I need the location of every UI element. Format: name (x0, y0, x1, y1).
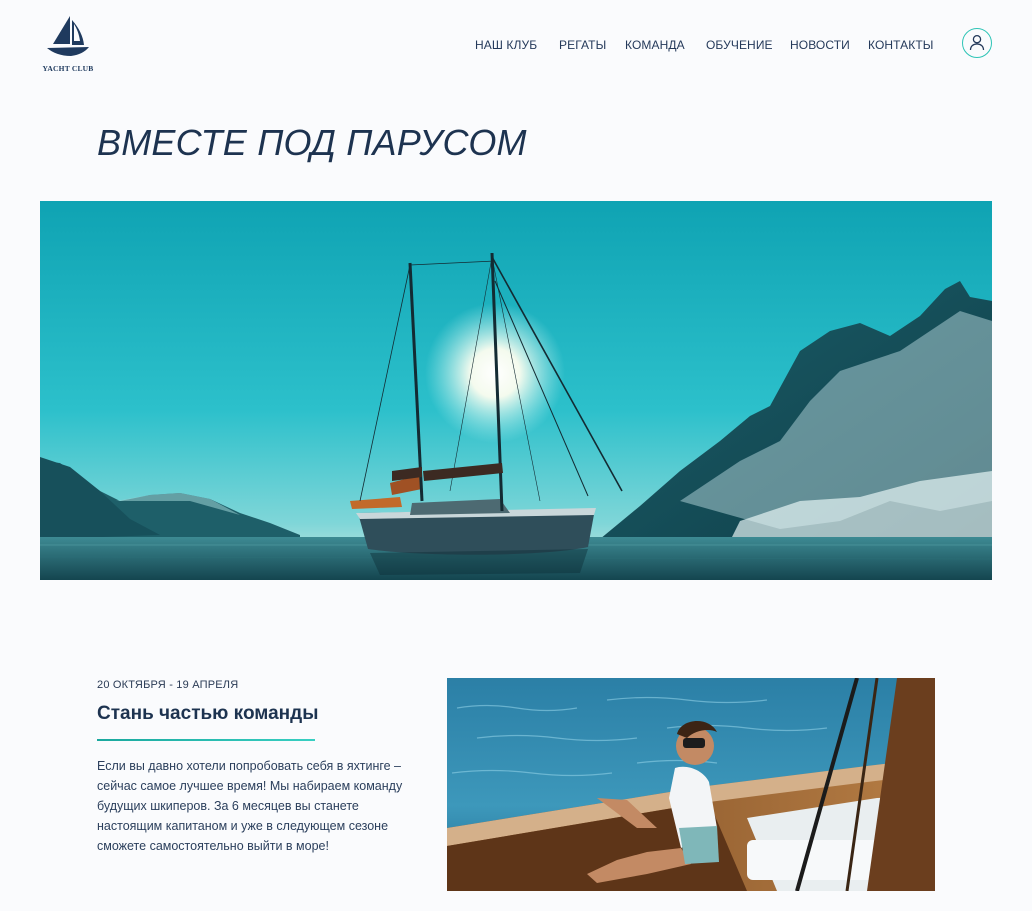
logo-text: YACHT CLUB (42, 64, 94, 73)
page-title: ВМЕСТЕ ПОД ПАРУСОМ (97, 122, 527, 163)
main-nav: НАШ КЛУБ РЕГАТЫ КОМАНДА ОБУЧЕНИЕ НОВОСТИ… (475, 37, 933, 53)
section-title: Стань частью команды (97, 703, 319, 724)
logo[interactable]: YACHT CLUB (40, 14, 96, 74)
user-icon (969, 34, 985, 51)
sailboat-icon (47, 16, 89, 58)
binoculars-photo (447, 678, 935, 891)
nav-item-team[interactable]: КОМАНДА (625, 37, 685, 53)
nav-item-news[interactable]: НОВОСТИ (790, 37, 850, 53)
nav-item-regattas[interactable]: РЕГАТЫ (559, 37, 606, 53)
title-underline (97, 739, 315, 741)
site-header: YACHT CLUB НАШ КЛУБ РЕГАТЫ КОМАНДА ОБУЧЕ… (0, 0, 1032, 90)
hero-image (40, 201, 992, 580)
event-dates: 20 ОКТЯБРЯ - 19 АПРЕЛЯ (97, 679, 239, 691)
nav-item-contacts[interactable]: КОНТАКТЫ (868, 37, 933, 53)
section-description: Если вы давно хотели попробовать себя в … (97, 759, 403, 853)
nav-item-training[interactable]: ОБУЧЕНИЕ (706, 37, 773, 53)
nav-item-club[interactable]: НАШ КЛУБ (475, 37, 537, 53)
user-account-button[interactable] (962, 28, 992, 58)
